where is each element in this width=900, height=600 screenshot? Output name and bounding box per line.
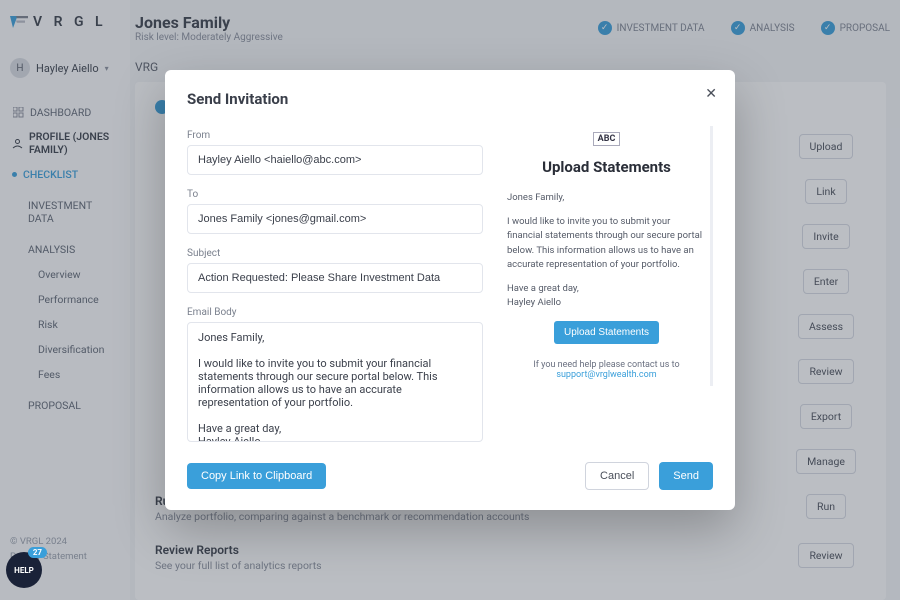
from-field[interactable] [187, 145, 483, 175]
subject-label: Subject [187, 248, 483, 259]
invite-form: From To Subject Email Body Jones Family,… [187, 126, 483, 442]
close-icon[interactable]: ✕ [705, 86, 717, 102]
preview-body: I would like to invite you to submit you… [507, 215, 706, 272]
support-text: If you need help please contact us to [533, 360, 679, 370]
body-field[interactable]: Jones Family, I would like to invite you… [187, 322, 483, 442]
cancel-button[interactable]: Cancel [585, 462, 649, 490]
modal-overlay: ✕ Send Invitation From To Subject Email … [0, 0, 900, 600]
to-field[interactable] [187, 204, 483, 234]
subject-field[interactable] [187, 263, 483, 293]
preview-brand-logo: ABC [593, 132, 621, 146]
preview-headline: Upload Statements [507, 158, 706, 177]
preview-brand: ABC [507, 132, 706, 146]
body-label: Email Body [187, 307, 483, 318]
preview-signoff: Have a great day, Hayley Aiello [507, 282, 706, 311]
support-email-link[interactable]: support@vrglwealth.com [556, 370, 656, 380]
to-label: To [187, 189, 483, 200]
modal-footer: Copy Link to Clipboard Cancel Send [187, 462, 713, 490]
modal-title: Send Invitation [187, 90, 713, 108]
help-fab[interactable]: HELP 27 [6, 552, 42, 588]
send-button[interactable]: Send [659, 462, 713, 490]
send-invitation-modal: ✕ Send Invitation From To Subject Email … [165, 70, 735, 510]
preview-greeting: Jones Family, [507, 191, 706, 205]
preview-support: If you need help please contact us to su… [507, 360, 706, 380]
from-label: From [187, 130, 483, 141]
help-label: HELP [14, 566, 34, 575]
email-preview: ABC Upload Statements Jones Family, I wo… [503, 126, 713, 442]
help-badge: 27 [28, 547, 47, 558]
copy-link-button[interactable]: Copy Link to Clipboard [187, 463, 326, 489]
upload-statements-button[interactable]: Upload Statements [554, 321, 659, 344]
